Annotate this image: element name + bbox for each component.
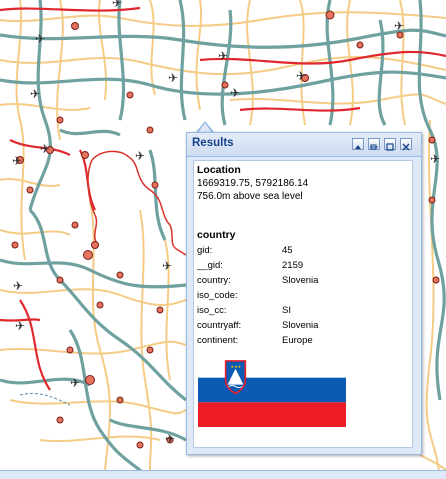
attribute-value: 45 [282, 245, 293, 256]
airport-icon: ✈ [35, 32, 45, 46]
airport-icon: ✈ [230, 86, 240, 100]
flag-stripe-blue [198, 377, 346, 403]
airport-icon: ✈ [12, 154, 22, 168]
attribute-row: __gid: 2159 [197, 260, 409, 275]
location-coordinates: 1669319.75, 5792186.14 [197, 178, 309, 189]
attribute-key: countryaff: [197, 320, 242, 331]
attribute-value: Slovenia [282, 320, 319, 331]
status-bar [0, 470, 446, 479]
attribute-key: country: [197, 275, 231, 286]
attribute-row: iso_cc: SI [197, 305, 409, 320]
flag-stripe-red [198, 402, 346, 427]
collapse-icon[interactable] [352, 138, 364, 150]
svg-text:★★★: ★★★ [231, 364, 242, 369]
close-icon[interactable] [400, 138, 412, 151]
airport-icon: ✈ [15, 319, 25, 333]
results-popup: Results Location 1669319.75, 5792186.14 … [186, 132, 422, 455]
results-title: Results [192, 137, 234, 149]
attribute-key: gid: [197, 245, 213, 256]
airport-icon: ✈ [112, 0, 122, 10]
location-elevation: 756.0m above sea level [197, 191, 303, 202]
layer-heading: country [197, 229, 236, 241]
attribute-key: continent: [197, 335, 239, 346]
attribute-row: gid: 45 [197, 245, 409, 260]
airport-icon: ✈ [430, 152, 440, 166]
flag-stripe-white [198, 353, 346, 378]
coat-of-arms-icon: ★★★ [224, 360, 247, 395]
attribute-row: country: Slovenia [197, 275, 409, 290]
attribute-key: iso_cc: [197, 305, 227, 316]
attribute-value: Slovenia [282, 275, 319, 286]
attribute-row: countryaff: Slovenia [197, 320, 409, 335]
location-heading: Location [197, 164, 241, 176]
pin-icon[interactable] [368, 138, 380, 150]
maximize-icon[interactable] [384, 138, 396, 151]
attribute-key: __gid: [197, 260, 223, 271]
airport-icon: ✈ [135, 149, 145, 163]
results-header[interactable]: Results [187, 133, 421, 157]
airport-icon: ✈ [165, 432, 175, 446]
airport-icon: ✈ [40, 142, 50, 156]
airport-icon: ✈ [218, 49, 228, 63]
attribute-row: continent: Europe [197, 335, 409, 350]
airport-icon: ✈ [168, 71, 178, 85]
attribute-value: Europe [282, 335, 313, 346]
airport-icon: ✈ [394, 19, 404, 33]
airport-icon: ✈ [13, 279, 23, 293]
airport-icon: ✈ [70, 376, 80, 390]
attribute-row: iso_code: [197, 290, 409, 305]
attribute-value: SI [282, 305, 291, 316]
attribute-key: iso_code: [197, 290, 238, 301]
airport-icon: ✈ [30, 87, 40, 101]
airport-icon: ✈ [162, 259, 172, 273]
flag-image: ★★★ [198, 353, 346, 427]
airport-icon: ✈ [296, 69, 306, 83]
results-content: Location 1669319.75, 5792186.14 756.0m a… [193, 160, 413, 448]
attribute-value: 2159 [282, 260, 304, 271]
